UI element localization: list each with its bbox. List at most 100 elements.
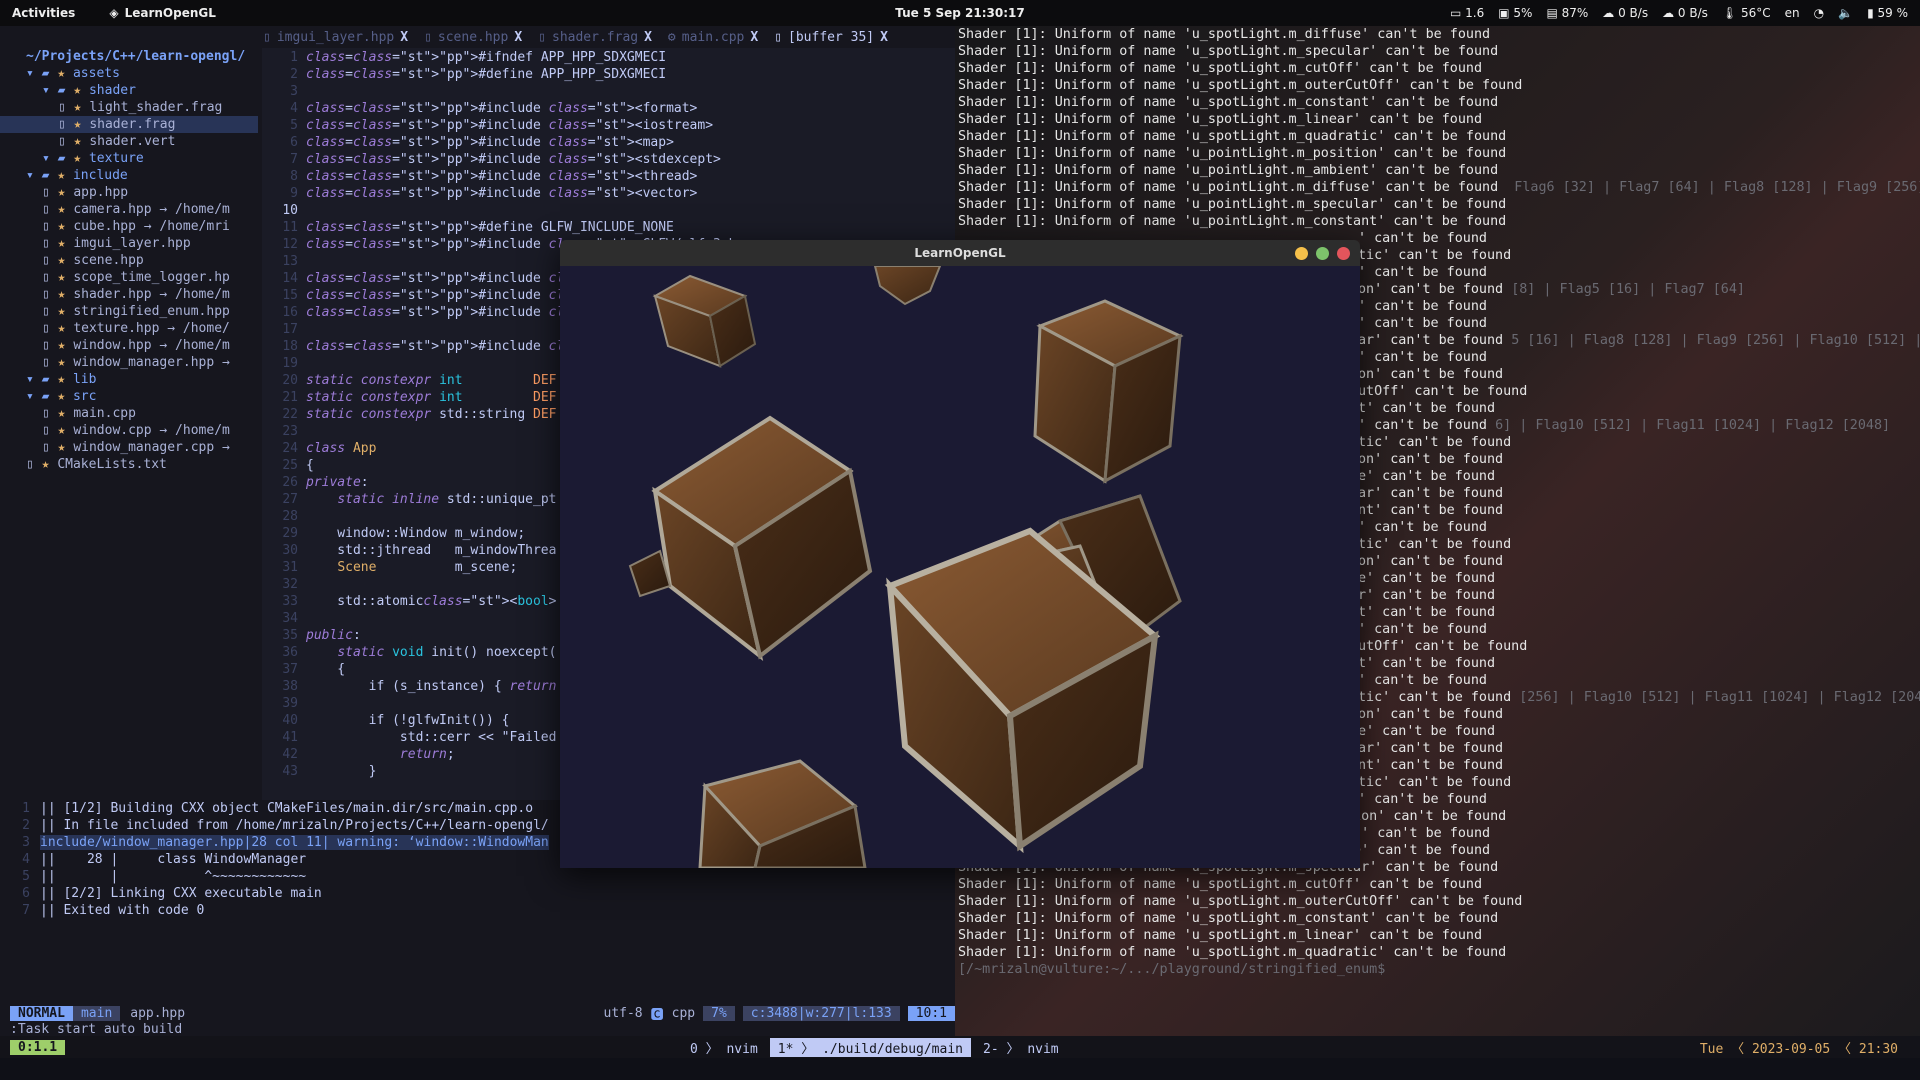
close-icon[interactable]: X <box>750 30 758 45</box>
tree-file[interactable]: ▯ ★ shader.hpp → /home/m <box>0 286 258 303</box>
code-line[interactable]: class=class="st">"pp">#include class="st… <box>306 135 674 150</box>
close-icon[interactable]: X <box>400 30 408 45</box>
tree-file[interactable]: ▯ ★ CMakeLists.txt <box>0 456 258 473</box>
tab-shader-frag[interactable]: ▯ shader.frag X <box>530 30 660 45</box>
cpu-icon: ▣ <box>1498 6 1510 20</box>
code-line[interactable]: class=class="st">"pp">#define GLFW_INCLU… <box>306 220 674 235</box>
code-line[interactable]: return; <box>306 747 455 762</box>
line-number: 12 <box>282 237 298 252</box>
tree-file[interactable]: ▯ ★ app.hpp <box>0 184 258 201</box>
close-icon[interactable]: X <box>880 30 888 45</box>
code-line[interactable]: { <box>306 458 314 473</box>
clock[interactable]: Tue 5 Sep 21:30:17 <box>895 6 1025 20</box>
tree-file[interactable]: ▯ ★ shader.vert <box>0 133 258 150</box>
line-number: 16 <box>282 305 298 320</box>
tree-file[interactable]: ▯ ★ shader.frag <box>0 116 258 133</box>
tab-buffer-35[interactable]: ▯ [buffer 35] X <box>766 30 896 45</box>
code-line[interactable]: if (!glfwInit()) { <box>306 713 510 728</box>
code-line[interactable]: private: <box>306 475 369 490</box>
code-line[interactable]: class=class="st">"pp">#include class="st… <box>306 152 721 167</box>
focused-app-indicator[interactable]: ◈ LearnOpenGL <box>109 6 216 20</box>
close-icon[interactable]: X <box>644 30 652 45</box>
file-tree-root[interactable]: ~/Projects/C++/learn-opengl/ <box>0 48 258 65</box>
tree-file[interactable]: ▯ ★ stringified_enum.hpp <box>0 303 258 320</box>
code-line[interactable]: std::cerr << "Failed <box>306 730 557 745</box>
tree-file[interactable]: ▯ ★ scope_time_logger.hp <box>0 269 258 286</box>
tree-folder[interactable]: ▾ ▰ ★ src <box>0 388 258 405</box>
terminal-prompt[interactable]: [/~mrizaln@vulture:~/.../playground/stri… <box>958 961 1920 978</box>
tab-imgui-layer[interactable]: ▯ imgui_layer.hpp X <box>255 30 416 45</box>
file-tree[interactable]: ~/Projects/C++/learn-opengl/ ▾ ▰ ★ asset… <box>0 48 258 818</box>
tree-file[interactable]: ▯ ★ scene.hpp <box>0 252 258 269</box>
tree-folder[interactable]: ▾ ▰ ★ include <box>0 167 258 184</box>
tmux-window[interactable]: 0 〉 nvim <box>690 1038 758 1057</box>
tmux-window[interactable]: 2- 〉 nvim <box>983 1038 1059 1057</box>
code-line[interactable]: window::Window m_window; <box>306 526 525 541</box>
code-line[interactable]: static inline std::unique_pt <box>306 492 556 507</box>
terminal-line-text: ' can't be found <box>1358 316 1487 331</box>
tree-file[interactable]: ▯ ★ window.hpp → /home/m <box>0 337 258 354</box>
tab-main-cpp[interactable]: ⚙ main.cpp X <box>660 30 766 45</box>
close-button[interactable] <box>1337 246 1350 260</box>
quickfix-row[interactable]: 6 || [2/2] Linking CXX executable main <box>0 885 955 902</box>
code-line[interactable]: class=class="st">"pp">#include class="st… <box>306 186 697 201</box>
tree-file[interactable]: ▯ ★ window_manager.cpp → <box>0 439 258 456</box>
tree-folder[interactable]: ▾ ▰ ★ lib <box>0 371 258 388</box>
tree-file[interactable]: ▯ ★ cube.hpp → /home/mri <box>0 218 258 235</box>
quickfix-row[interactable]: 5 || | ^~~~~~~~~~~~~ <box>0 868 955 885</box>
volume-icon[interactable]: 🔈 <box>1838 6 1853 20</box>
terminal-line-text: ' can't be found <box>1358 350 1487 365</box>
tree-file[interactable]: ▯ ★ light_shader.frag <box>0 99 258 116</box>
tree-file[interactable]: ▯ ★ imgui_layer.hpp <box>0 235 258 252</box>
tree-folder[interactable]: ▾ ▰ ★ assets <box>0 65 258 82</box>
code-line[interactable]: static constexpr std::string DEF <box>306 407 556 422</box>
tab-bar[interactable]: ▯ imgui_layer.hpp X ▯ scene.hpp X ▯ shader.fr… <box>255 26 955 48</box>
maximize-button[interactable] <box>1316 246 1329 260</box>
window-titlebar[interactable]: LearnOpenGL <box>560 240 1360 266</box>
tree-file[interactable]: ▯ ★ window.cpp → /home/m <box>0 422 258 439</box>
system-tray[interactable]: ▭ 1.6 ▣ 5% ▤ 87% ☁ 0 B/s ☁ 0 B/s 🌡 56°C … <box>1450 6 1908 20</box>
code-line[interactable]: Scene m_scene; <box>306 560 517 575</box>
activities-button[interactable]: Activities <box>12 6 75 20</box>
command-line[interactable]: :Task start auto build <box>10 1022 182 1037</box>
code-line[interactable]: static constexpr int DEF <box>306 390 557 405</box>
tmux-window-list[interactable]: 0 〉 nvim 1* 〉 ./build/debug/main 2- 〉 nv… <box>690 1037 1059 1057</box>
code-line[interactable]: public: <box>306 628 361 643</box>
tab-scene[interactable]: ▯ scene.hpp X <box>416 30 530 45</box>
code-line[interactable]: class=class="st">"pp">#include class="st… <box>306 101 697 116</box>
code-line[interactable]: class App <box>306 441 376 456</box>
code-line[interactable]: class=class="st">"pp">#include class="st… <box>306 118 713 133</box>
close-icon[interactable]: X <box>514 30 522 45</box>
wifi-icon[interactable]: ◔ <box>1814 6 1824 20</box>
code-line[interactable]: std::jthread m_windowThrea <box>306 543 556 558</box>
tmux-datetime: Tue 〈 2023-09-05 〈 21:30 <box>1699 1041 1898 1057</box>
code-line[interactable]: static constexpr int DEF <box>306 373 557 388</box>
quickfix-row[interactable]: 7 || Exited with code 0 <box>0 902 955 919</box>
tree-item-label: main.cpp <box>73 406 136 421</box>
code-line[interactable]: class=class="st">"pp">#define APP_HPP_SD… <box>306 67 666 82</box>
render-viewport[interactable] <box>560 266 1360 868</box>
tmux-window-active[interactable]: 1* 〉 ./build/debug/main <box>769 1037 971 1057</box>
code-line[interactable]: { <box>306 662 345 677</box>
code-line[interactable]: if (s_instance) { return <box>306 679 557 694</box>
tree-file[interactable]: ▯ ★ window_manager.hpp → <box>0 354 258 371</box>
code-line[interactable]: static void init() noexcept( <box>306 645 556 660</box>
tree-folder[interactable]: ▾ ▰ ★ texture <box>0 150 258 167</box>
tree-item-label: scene.hpp <box>73 253 144 268</box>
file-icon: ▯ <box>58 100 74 115</box>
code-line[interactable]: } <box>306 764 377 779</box>
tree-file[interactable]: ▯ ★ main.cpp <box>0 405 258 422</box>
minimize-button[interactable] <box>1295 246 1308 260</box>
opengl-window[interactable]: LearnOpenGL <box>560 240 1360 868</box>
terminal-line: Shader [1]: Uniform of name 'u_spotLight… <box>958 60 1920 77</box>
star-icon: ★ <box>57 270 74 285</box>
tree-file[interactable]: ▯ ★ texture.hpp → /home/ <box>0 320 258 337</box>
star-icon: ★ <box>57 406 74 421</box>
tree-folder[interactable]: ▾ ▰ ★ shader <box>0 82 258 99</box>
line-number: 14 <box>282 271 298 286</box>
language-indicator[interactable]: en <box>1785 6 1800 20</box>
terminal-line-text: on' can't be found <box>1358 707 1504 722</box>
code-line[interactable]: class=class="st">"pp">#ifndef APP_HPP_SD… <box>306 50 666 65</box>
tree-file[interactable]: ▯ ★ camera.hpp → /home/m <box>0 201 258 218</box>
code-line[interactable]: class=class="st">"pp">#include class="st… <box>306 169 697 184</box>
